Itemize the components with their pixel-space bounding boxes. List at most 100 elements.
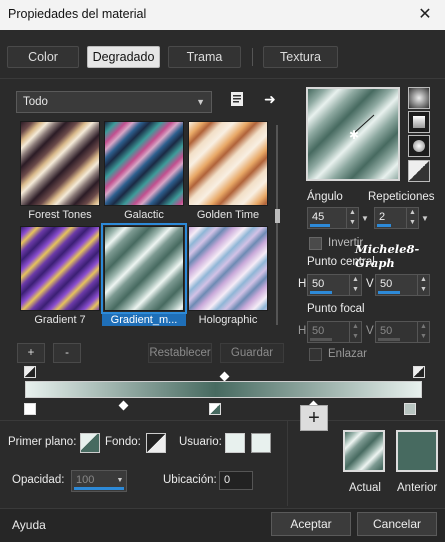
slider-fill bbox=[378, 291, 400, 294]
focal-h-field[interactable]: 50 ▲ ▼ bbox=[307, 321, 362, 343]
linear-style-icon[interactable] bbox=[408, 87, 430, 109]
repeats-stepper[interactable]: 2 ▲ ▼ bbox=[374, 207, 419, 229]
focal-point-label: Punto focal bbox=[307, 303, 365, 315]
tab-gradient[interactable]: Degradado bbox=[87, 46, 160, 68]
focal-v-label: V bbox=[366, 325, 374, 337]
opacity-field[interactable]: 100 ▼ bbox=[71, 470, 127, 492]
add-swatch-button[interactable]: + bbox=[300, 405, 328, 431]
invert-checkbox[interactable] bbox=[309, 237, 322, 250]
divider bbox=[0, 420, 445, 421]
chevron-down-icon[interactable]: ▼ bbox=[115, 471, 125, 491]
rectangular-style-icon[interactable] bbox=[408, 111, 430, 133]
stepper-arrows-icon[interactable]: ▲ ▼ bbox=[349, 275, 361, 295]
repeats-label: Repeticiones bbox=[368, 191, 435, 203]
divider bbox=[0, 78, 445, 79]
scroll-track bbox=[276, 125, 278, 325]
focal-v-field[interactable]: 50 ▲ ▼ bbox=[375, 321, 430, 343]
center-v-field[interactable]: 50 ▲ ▼ bbox=[375, 274, 430, 296]
previous-material-swatch[interactable] bbox=[396, 430, 438, 472]
stepper-arrows-icon[interactable]: ▲ ▼ bbox=[417, 275, 429, 295]
add-gradient-button[interactable]: + bbox=[17, 343, 45, 363]
gradient-swatch[interactable] bbox=[104, 121, 184, 206]
focal-h-value: 50 bbox=[312, 325, 325, 337]
tab-texture[interactable]: Textura bbox=[263, 46, 338, 68]
opacity-label: Opacidad: bbox=[12, 474, 65, 486]
gradient-swatch[interactable] bbox=[188, 121, 268, 206]
focal-v-value: 50 bbox=[380, 325, 393, 337]
gradient-swatch[interactable] bbox=[20, 226, 100, 311]
gradient-category-select[interactable]: Todo ▼ bbox=[16, 91, 212, 113]
arrow-right-icon[interactable]: ➜ bbox=[264, 92, 280, 106]
angle-stepper[interactable]: 45 ▲ ▼ bbox=[307, 207, 359, 229]
opacity-stop-end[interactable] bbox=[413, 366, 425, 378]
slider-fill bbox=[310, 291, 332, 294]
current-label: Actual bbox=[349, 482, 381, 494]
tab-color[interactable]: Color bbox=[7, 46, 79, 68]
location-value: 0 bbox=[224, 474, 231, 486]
swatch-label: Golden Time bbox=[196, 209, 260, 221]
swatch-label: Holographic bbox=[198, 314, 258, 326]
center-point-label: Punto central bbox=[307, 256, 375, 268]
repeats-value: 2 bbox=[379, 211, 386, 223]
background-color-swatch[interactable] bbox=[146, 433, 166, 453]
stepper-arrows-icon[interactable]: ▲ ▼ bbox=[349, 322, 361, 342]
angle-value: 45 bbox=[312, 211, 325, 223]
repeats-slider-fill bbox=[377, 224, 391, 227]
gradient-preview[interactable]: ✱ bbox=[306, 87, 400, 181]
cancel-button[interactable]: Cancelar bbox=[357, 512, 437, 536]
gradient-swatch[interactable] bbox=[20, 121, 100, 206]
stepper-arrows-icon[interactable]: ▲ ▼ bbox=[417, 322, 429, 342]
slider-dropdown-icon[interactable]: ▼ bbox=[421, 214, 429, 223]
opacity-midpoint[interactable] bbox=[219, 371, 230, 382]
center-h-field[interactable]: 50 ▲ ▼ bbox=[307, 274, 362, 296]
color-stop[interactable] bbox=[209, 403, 221, 415]
slider-dropdown-icon[interactable]: ▼ bbox=[361, 214, 369, 223]
save-button[interactable]: Guardar bbox=[220, 343, 284, 363]
help-link[interactable]: Ayuda bbox=[12, 518, 46, 532]
user-color-swatch[interactable] bbox=[225, 433, 245, 453]
angle-handle: ✱ bbox=[349, 114, 375, 142]
foreground-color-swatch[interactable] bbox=[80, 433, 100, 453]
swatch-label: Gradient 7 bbox=[34, 314, 86, 326]
color-midpoint[interactable] bbox=[118, 400, 129, 411]
remove-gradient-button[interactable]: - bbox=[53, 343, 81, 363]
slider-fill bbox=[310, 338, 332, 341]
scroll-thumb[interactable] bbox=[275, 209, 280, 223]
sunburst-style-icon[interactable] bbox=[408, 135, 430, 157]
swatch-scrollbar[interactable] bbox=[272, 121, 282, 328]
accept-button[interactable]: Aceptar bbox=[271, 512, 351, 536]
radial-style-icon[interactable] bbox=[408, 160, 430, 182]
stepper-arrows-icon[interactable]: ▲ ▼ bbox=[346, 208, 358, 228]
swatch-label: Galactic bbox=[124, 209, 164, 221]
tab-pattern[interactable]: Trama bbox=[168, 46, 241, 68]
category-value: Todo bbox=[23, 96, 48, 108]
divider bbox=[287, 421, 288, 506]
link-checkbox[interactable] bbox=[309, 348, 322, 361]
opacity-value: 100 bbox=[76, 474, 95, 486]
center-v-value: 50 bbox=[380, 278, 393, 290]
svg-text:✱: ✱ bbox=[349, 128, 359, 142]
close-icon[interactable]: ✕ bbox=[411, 5, 439, 25]
gradient-bar[interactable] bbox=[25, 381, 422, 398]
user-label: Usuario: bbox=[179, 436, 222, 448]
slider-fill bbox=[378, 338, 400, 341]
color-stop[interactable] bbox=[24, 403, 36, 415]
title-bar: Propiedades del material ✕ bbox=[0, 0, 445, 30]
center-v-label: V bbox=[366, 278, 374, 290]
angle-slider-fill bbox=[310, 224, 330, 227]
angle-label: Ángulo bbox=[307, 191, 343, 203]
link-label: Enlazar bbox=[328, 348, 367, 360]
current-material-swatch[interactable] bbox=[343, 430, 385, 472]
background-label: Fondo: bbox=[105, 436, 141, 448]
user-color-swatch-alt[interactable] bbox=[251, 433, 271, 453]
opacity-stop-start[interactable] bbox=[24, 366, 36, 378]
file-menu-icon[interactable] bbox=[229, 91, 245, 107]
color-stop[interactable] bbox=[404, 403, 416, 415]
stepper-arrows-icon[interactable]: ▲ ▼ bbox=[406, 208, 418, 228]
reset-button[interactable]: Restablecer bbox=[148, 343, 212, 363]
tab-divider bbox=[252, 48, 253, 66]
gradient-swatch[interactable] bbox=[188, 226, 268, 311]
gradient-swatch-selected[interactable] bbox=[101, 223, 187, 314]
location-field[interactable]: 0 bbox=[219, 471, 253, 490]
swatch-label: Forest Tones bbox=[28, 209, 92, 221]
